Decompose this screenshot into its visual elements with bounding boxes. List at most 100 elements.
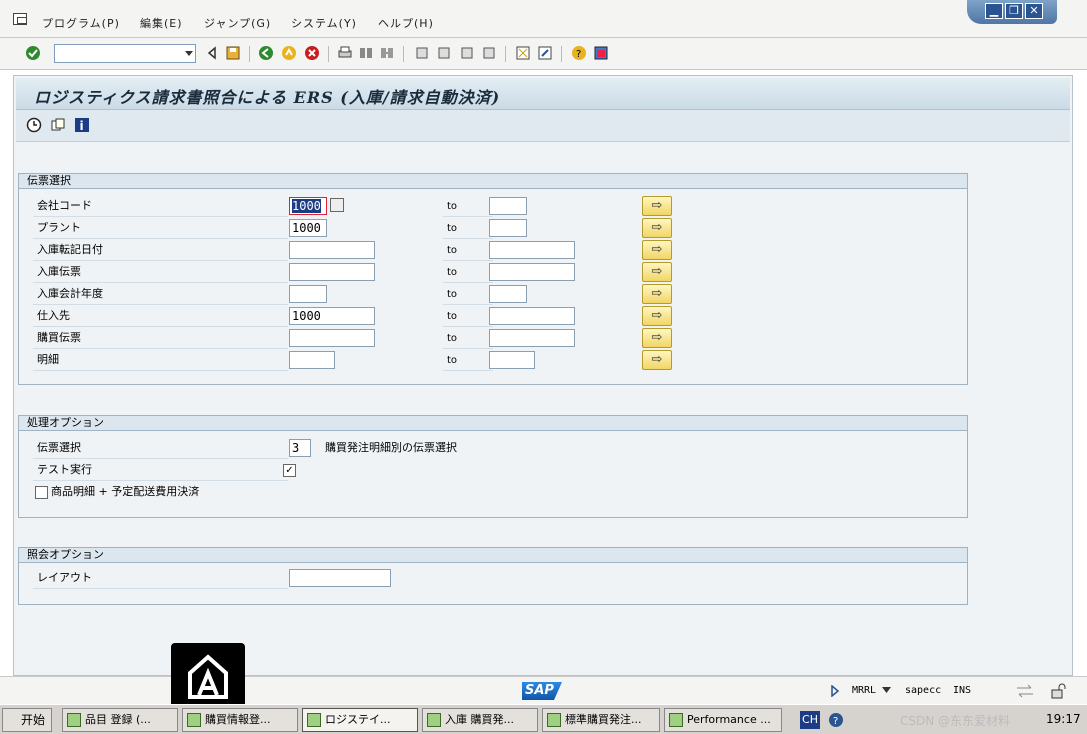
purchasing-document-to-input[interactable] bbox=[489, 329, 575, 347]
window-icon bbox=[547, 713, 561, 727]
menu-goto[interactable]: ジャンプ(G) bbox=[204, 15, 271, 31]
gr-posting-date-from-input[interactable] bbox=[289, 241, 375, 259]
overlay-badge bbox=[171, 643, 245, 711]
layout-input[interactable] bbox=[289, 569, 391, 587]
purchasing-document-from-input[interactable] bbox=[289, 329, 375, 347]
language-indicator[interactable]: CH bbox=[800, 711, 820, 729]
sap-window-icon[interactable] bbox=[13, 13, 27, 25]
doc-selection-option-input[interactable]: 3 bbox=[289, 439, 311, 457]
restore-button[interactable]: ❐ bbox=[1005, 3, 1023, 19]
find-icon[interactable] bbox=[358, 45, 374, 61]
gr-fiscal-year-to-input[interactable] bbox=[489, 285, 527, 303]
to-label: to bbox=[443, 284, 493, 305]
menu-edit[interactable]: 編集(E) bbox=[140, 15, 183, 31]
multiple-selection-button[interactable]: ⇨ bbox=[642, 284, 672, 304]
watermark-text: CSDN @东东爱材料 bbox=[900, 714, 1011, 728]
to-label: to bbox=[443, 240, 493, 261]
row-item-plus-delivery: 商品明細 + 予定配送費用決済 bbox=[33, 482, 953, 504]
status-bar: SAP MRRL sapecc INS bbox=[0, 676, 1087, 704]
item-to-input[interactable] bbox=[489, 351, 535, 369]
row-company-code: 会社コード 1000 to ⇨ bbox=[33, 196, 953, 218]
item-plus-delivery-checkbox[interactable] bbox=[35, 486, 48, 499]
task-label: 標準購買発注... bbox=[565, 713, 642, 726]
multiple-selection-button[interactable]: ⇨ bbox=[642, 306, 672, 326]
gr-posting-date-to-input[interactable] bbox=[489, 241, 575, 259]
back-triangle-icon[interactable] bbox=[204, 45, 220, 61]
svg-text:?: ? bbox=[576, 49, 581, 60]
standard-toolbar: ? bbox=[0, 38, 1087, 70]
previous-page-icon[interactable] bbox=[436, 45, 452, 61]
multiple-selection-button[interactable]: ⇨ bbox=[642, 350, 672, 370]
value-help-icon[interactable] bbox=[330, 198, 344, 212]
shortcut-icon[interactable] bbox=[537, 45, 553, 61]
info-icon[interactable]: i bbox=[74, 117, 90, 133]
vendor-from-input[interactable]: 1000 bbox=[289, 307, 375, 325]
multiple-selection-button[interactable]: ⇨ bbox=[642, 240, 672, 260]
new-session-icon[interactable] bbox=[515, 45, 531, 61]
enter-check-icon[interactable] bbox=[25, 45, 41, 61]
minimize-button[interactable]: ▁ bbox=[985, 3, 1003, 19]
company-code-from-input[interactable]: 1000 bbox=[289, 197, 327, 215]
next-page-icon[interactable] bbox=[459, 45, 475, 61]
multiple-selection-button[interactable]: ⇨ bbox=[642, 328, 672, 348]
company-code-to-input[interactable] bbox=[489, 197, 527, 215]
test-run-checkbox[interactable]: ✓ bbox=[283, 464, 296, 477]
gr-document-from-input[interactable] bbox=[289, 263, 375, 281]
help-icon[interactable]: ? bbox=[571, 45, 587, 61]
last-page-icon[interactable] bbox=[481, 45, 497, 61]
chevron-down-icon[interactable] bbox=[185, 51, 193, 56]
company-code-from-value: 1000 bbox=[292, 199, 321, 213]
field-label: 入庫会計年度 bbox=[33, 284, 288, 305]
gr-document-to-input[interactable] bbox=[489, 263, 575, 281]
chevron-down-icon[interactable] bbox=[882, 687, 891, 693]
multiple-selection-button[interactable]: ⇨ bbox=[642, 218, 672, 238]
status-expand-icon[interactable] bbox=[830, 685, 840, 697]
help-icon[interactable]: ? bbox=[828, 712, 844, 728]
menu-program[interactable]: プログラム(P) bbox=[42, 15, 120, 31]
start-button[interactable]: 开始 bbox=[2, 708, 52, 732]
task-item-master[interactable]: 品目 登録 (... bbox=[62, 708, 178, 732]
task-label: 入庫 購買発... bbox=[445, 713, 514, 726]
menu-help[interactable]: ヘルプ(H) bbox=[378, 15, 434, 31]
vendor-to-input[interactable] bbox=[489, 307, 575, 325]
layout-menu-icon[interactable] bbox=[593, 45, 609, 61]
task-purchasing-info[interactable]: 購買情報登... bbox=[182, 708, 298, 732]
gr-fiscal-year-from-input[interactable] bbox=[289, 285, 327, 303]
task-performance[interactable]: Performance ... bbox=[664, 708, 782, 732]
multiple-selection-button[interactable]: ⇨ bbox=[642, 196, 672, 216]
status-transaction: MRRL bbox=[852, 685, 877, 696]
lock-icon[interactable] bbox=[1050, 683, 1066, 699]
window-icon bbox=[427, 713, 441, 727]
row-gr-posting-date: 入庫転記日付 to ⇨ bbox=[33, 240, 953, 262]
item-from-input[interactable] bbox=[289, 351, 335, 369]
task-standard-po[interactable]: 標準購買発注... bbox=[542, 708, 660, 732]
task-logistics[interactable]: ロジステイ... bbox=[302, 708, 418, 732]
find-next-icon[interactable] bbox=[379, 45, 395, 61]
back-icon[interactable] bbox=[258, 45, 274, 61]
menu-system[interactable]: システム(Y) bbox=[291, 15, 357, 31]
first-page-icon[interactable] bbox=[414, 45, 430, 61]
plant-to-input[interactable] bbox=[489, 219, 527, 237]
item-plus-delivery-label: 商品明細 + 予定配送費用決済 bbox=[51, 485, 200, 498]
multiple-selection-button[interactable]: ⇨ bbox=[642, 262, 672, 282]
print-icon[interactable] bbox=[337, 45, 353, 61]
field-label: レイアウト bbox=[33, 568, 288, 589]
group-document-selection: 伝票選択 会社コード 1000 to ⇨ プラント 1000 to ⇨ 入庫転記… bbox=[18, 173, 968, 385]
task-label: Performance ... bbox=[687, 713, 771, 726]
close-button[interactable]: ✕ bbox=[1025, 3, 1043, 19]
menu-bar: プログラム(P) 編集(E) ジャンプ(G) システム(Y) ヘルプ(H) ▁ … bbox=[0, 0, 1087, 38]
toolbar-separator bbox=[505, 46, 506, 62]
toolbar-separator bbox=[403, 46, 404, 62]
cancel-icon[interactable] bbox=[304, 45, 320, 61]
plant-from-input[interactable]: 1000 bbox=[289, 219, 327, 237]
get-variant-icon[interactable] bbox=[50, 117, 66, 133]
status-server: sapecc bbox=[905, 685, 942, 696]
to-label: to bbox=[443, 262, 493, 283]
execute-icon[interactable] bbox=[26, 117, 42, 133]
task-label: 購買情報登... bbox=[205, 713, 271, 726]
task-goods-receipt[interactable]: 入庫 購買発... bbox=[422, 708, 538, 732]
command-field[interactable] bbox=[54, 44, 196, 63]
group-title: 処理オプション bbox=[19, 416, 967, 431]
save-icon[interactable] bbox=[225, 45, 241, 61]
exit-icon[interactable] bbox=[281, 45, 297, 61]
